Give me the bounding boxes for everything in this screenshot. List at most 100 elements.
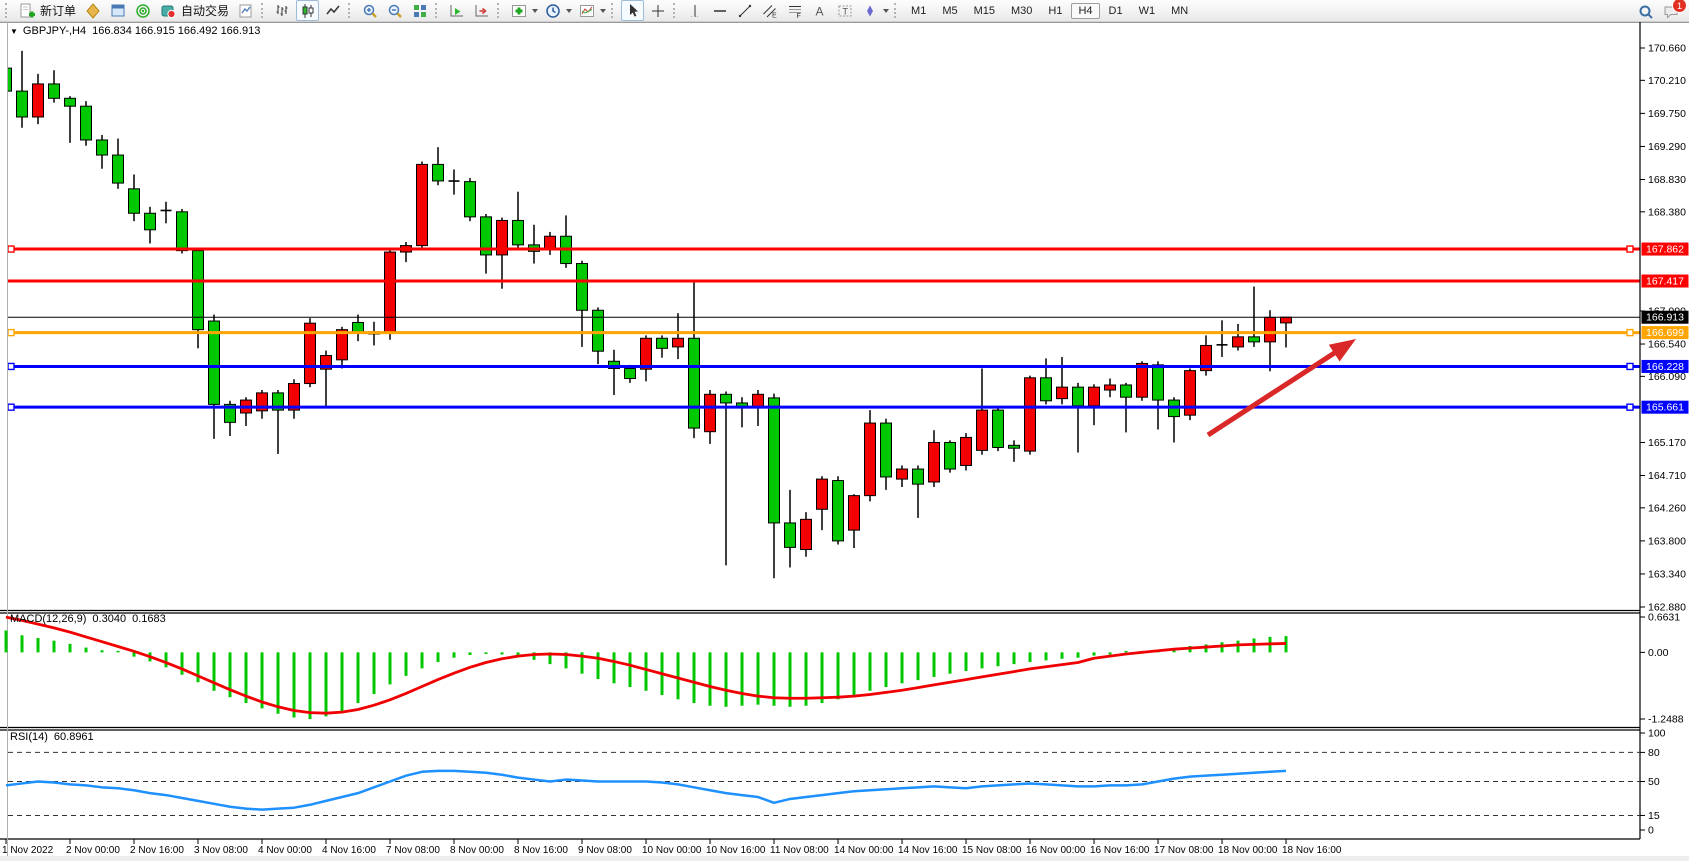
notifications-button[interactable]: 1 [1659,1,1682,22]
support-line-1-handle[interactable] [8,363,14,369]
new-chart-button[interactable] [234,0,257,21]
timeframe-button-m5[interactable]: M5 [935,3,964,19]
candlestick [865,410,876,501]
candle-body [1073,387,1084,406]
price-tick-label: 169.750 [1648,108,1686,120]
candle-body [1153,365,1164,400]
candlestick [961,433,972,470]
search-button[interactable] [1634,1,1657,22]
data-window-button[interactable] [106,0,129,21]
candle-body [17,91,28,117]
indicators-icon [511,3,527,19]
rsi-tick-label: 0 [1648,825,1654,837]
rsi-name: RSI(14) [10,731,48,743]
periods-button[interactable] [541,0,564,21]
trendline-button[interactable] [733,0,756,21]
svg-text:A: A [815,4,823,18]
macd-indicator-label: MACD(12,26,9)0.30400.1683 [10,613,166,625]
collapse-icon[interactable]: ▼ [10,27,18,36]
candle-body [513,220,524,244]
rsi-tick-label: 50 [1648,776,1660,788]
line-chart-button[interactable] [321,0,344,21]
pivot-line-orange-handle[interactable] [8,330,14,336]
market-watch-icon [85,3,101,19]
text-label-button[interactable]: T [833,0,856,21]
candle-body [593,310,604,351]
timeframe-button-m1[interactable]: M1 [904,3,933,19]
text-button[interactable]: A [808,0,831,21]
toolbar-grip [497,3,502,18]
vertical-line-button[interactable] [683,0,706,21]
candle-body [577,264,588,311]
cursor-button[interactable] [621,0,644,21]
zoom-out-button[interactable] [383,0,406,21]
toolbar-group [506,0,608,21]
candlestick [945,440,956,472]
price-tick-label: 163.800 [1648,535,1686,547]
chevron-down-icon[interactable] [600,9,606,13]
chevron-down-icon[interactable] [883,9,889,13]
timeframe-button-m30[interactable]: M30 [1004,3,1039,19]
candlestick-button[interactable] [296,0,319,21]
auto-scroll-button[interactable] [445,0,468,21]
chart-shift-button[interactable] [470,0,493,21]
candle-body [129,189,140,213]
timeframe-button-m15[interactable]: M15 [967,3,1002,19]
macd-tick-label: -1.2488 [1648,714,1684,726]
signals-button[interactable] [131,0,154,21]
line-chart-icon [325,3,341,19]
chevron-down-icon[interactable] [532,9,538,13]
candle-body [1025,378,1036,451]
cursor-icon [625,3,641,19]
notification-badge: 1 [1672,0,1687,13]
fibonacci-button[interactable]: F [783,0,806,21]
timeframe-button-h1[interactable]: H1 [1041,3,1069,19]
equidistant-channel-button[interactable]: E [758,0,781,21]
autotrading-icon [160,3,176,19]
zoom-in-button[interactable] [358,0,381,21]
resistance-line-1-handle[interactable] [8,246,14,252]
support-line-2-handle[interactable] [8,404,14,410]
candlestick [177,209,188,254]
autotrading-button[interactable] [156,0,179,21]
arrow-objects-button[interactable] [858,0,881,21]
crosshair-button[interactable] [646,0,669,21]
tile-windows-button[interactable] [408,0,431,21]
resistance-line-1-handle[interactable] [1627,246,1633,252]
timeframe-button-mn[interactable]: MN [1164,3,1195,19]
indicators-button[interactable] [507,0,530,21]
bar-chart-button[interactable] [271,0,294,21]
new-order-icon [19,3,35,19]
support-line-2-handle[interactable] [1627,404,1633,410]
timeframe-button-h4[interactable]: H4 [1071,3,1099,19]
time-tick-label: 14 Nov 16:00 [898,845,958,856]
candle-body [417,164,428,245]
templates-icon [579,3,595,19]
timeframe-button-d1[interactable]: D1 [1102,3,1130,19]
candle-body [1057,387,1068,398]
new-order-button[interactable] [15,0,38,21]
candlestick [81,101,92,146]
time-tick-label: 9 Nov 08:00 [578,845,632,856]
toolbar-group: EFAT [682,0,891,21]
candle-body [1265,317,1276,341]
candle-body [177,212,188,251]
candle-body [721,394,732,403]
toolbar-grip [894,3,899,18]
templates-button[interactable] [575,0,598,21]
arrow-objects-icon [862,3,878,19]
horizontal-line-button[interactable] [708,0,731,21]
time-tick-label: 18 Nov 00:00 [1218,845,1278,856]
price-tick-label: 164.710 [1648,470,1686,482]
chevron-down-icon[interactable] [566,9,572,13]
pivot-line-orange-handle[interactable] [1627,330,1633,336]
svg-text:E: E [772,12,777,19]
market-watch-button[interactable] [81,0,104,21]
rsi-value: 60.8961 [54,731,94,743]
candle-body [337,330,348,360]
support-line-1-handle[interactable] [1627,363,1633,369]
candlestick [305,318,316,387]
timeframe-button-w1[interactable]: W1 [1132,3,1163,19]
data-window-icon [110,3,126,19]
candle-body [1233,337,1244,347]
